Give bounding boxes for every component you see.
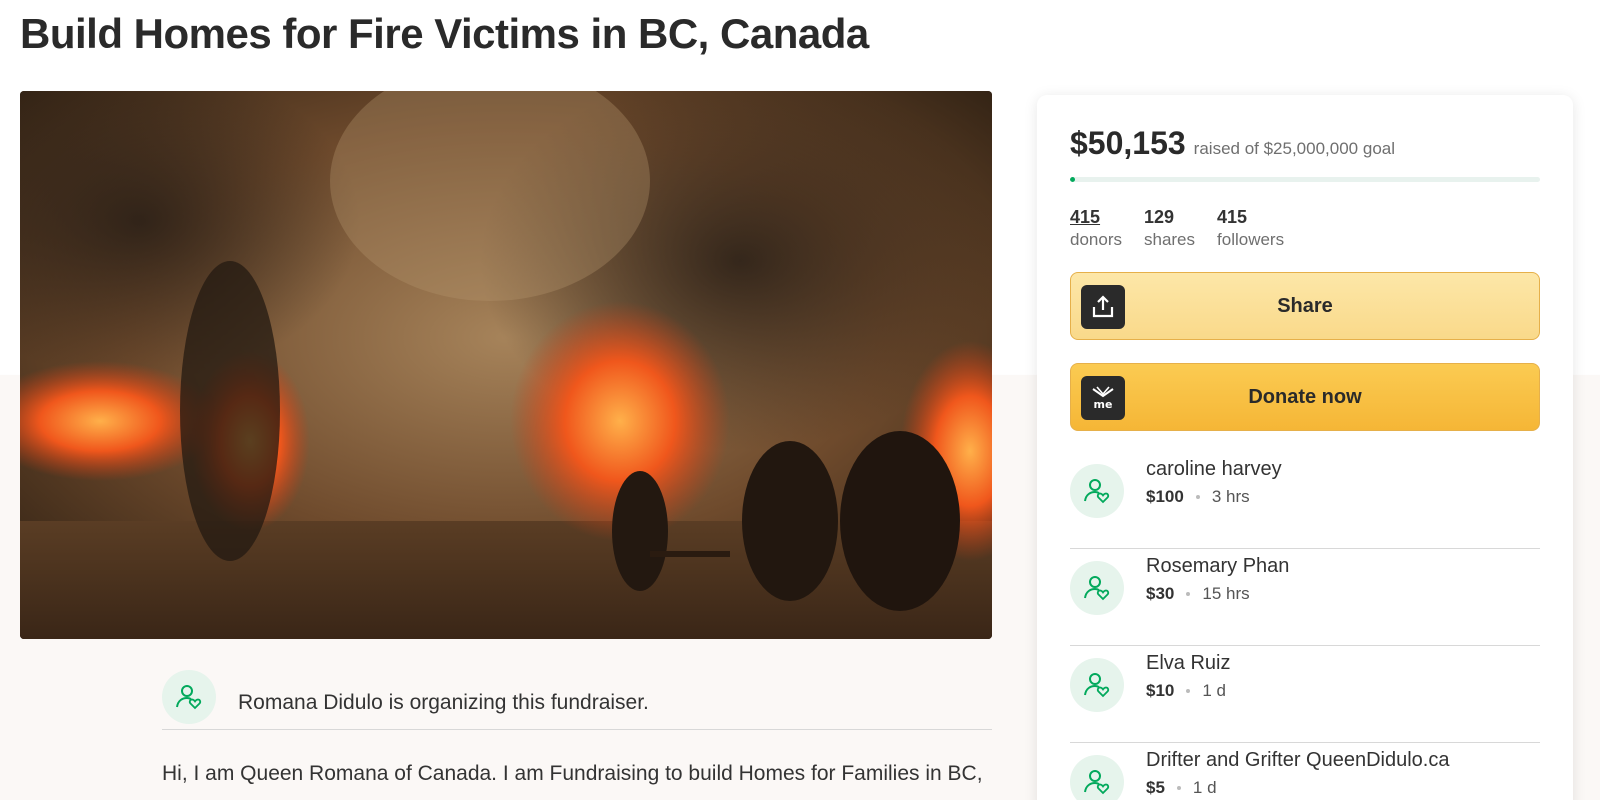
- progress-fill: [1070, 177, 1075, 182]
- donor-avatar: [1070, 464, 1124, 518]
- donation-amount: $100: [1146, 487, 1184, 506]
- donor-avatar: [1070, 658, 1124, 712]
- donation-time: 3 hrs: [1211, 487, 1250, 506]
- progress-bar: [1070, 177, 1540, 182]
- stat-shares-value: 129: [1143, 207, 1175, 227]
- stat-shares-label: shares: [1143, 230, 1196, 249]
- user-heart-icon: [1084, 479, 1110, 504]
- donation-item: Elva Ruiz $10 1 d: [1070, 646, 1540, 743]
- story-text: Hi, I am Queen Romana of Canada. I am Fu…: [162, 762, 983, 785]
- goal-text: raised of $25,000,000 goal: [1193, 139, 1395, 158]
- donation-time: 1 d: [1192, 778, 1217, 797]
- stat-donors[interactable]: 415 donors: [1070, 207, 1122, 250]
- stat-shares: 129 shares: [1144, 207, 1195, 250]
- separator-dot: [1186, 592, 1191, 596]
- donation-time: 15 hrs: [1202, 584, 1250, 603]
- donate-button-label: Donate now: [1248, 385, 1362, 408]
- user-heart-icon: [1084, 770, 1110, 795]
- share-button-label: Share: [1277, 294, 1333, 317]
- organizer-avatar[interactable]: [162, 669, 216, 724]
- donor-name: Drifter and Grifter QueenDidulo.ca: [1146, 749, 1450, 771]
- donor-name: caroline harvey: [1146, 458, 1282, 480]
- donor-name: Rosemary Phan: [1146, 555, 1290, 577]
- separator-dot: [1186, 689, 1191, 693]
- amount-row: $50,153 raised of $25,000,000 goal: [1070, 125, 1395, 162]
- stat-donors-value[interactable]: 415: [1070, 207, 1122, 228]
- hero-image[interactable]: [20, 91, 992, 639]
- stat-donors-label: donors: [1070, 230, 1122, 249]
- donor-avatar: [1070, 561, 1124, 615]
- donor-avatar: [1070, 755, 1124, 800]
- organizer-text: Romana Didulo is organizing this fundrai…: [238, 690, 649, 714]
- stat-followers: 415 followers: [1217, 207, 1284, 250]
- stats-row: 415 donors 129 shares 415 followers: [1070, 207, 1306, 250]
- donation-sidebar: $50,153 raised of $25,000,000 goal 415 d…: [1037, 95, 1573, 800]
- donation-amount: $5: [1146, 778, 1165, 797]
- separator-dot: [1176, 786, 1181, 790]
- user-heart-icon: [1084, 673, 1110, 698]
- donation-item: Rosemary Phan $30 15 hrs: [1070, 549, 1540, 646]
- donation-item: caroline harvey $100 3 hrs: [1070, 452, 1540, 549]
- share-button[interactable]: Share: [1070, 272, 1540, 340]
- donation-amount: $10: [1146, 681, 1175, 700]
- stat-followers-label: followers: [1217, 230, 1285, 249]
- donor-name: Elva Ruiz: [1146, 652, 1231, 674]
- donation-item: Drifter and Grifter QueenDidulo.ca $5 1 …: [1070, 743, 1540, 800]
- donation-amount: $30: [1146, 584, 1175, 603]
- user-heart-icon: [1084, 576, 1110, 601]
- page-title: Build Homes for Fire Victims in BC, Cana…: [20, 10, 869, 57]
- upload-share-icon: [1081, 285, 1125, 329]
- amount-raised: $50,153: [1070, 125, 1186, 161]
- svg-text:me: me: [1094, 398, 1113, 411]
- organizer-row: Romana Didulo is organizing this fundrai…: [162, 669, 992, 730]
- separator-dot: [1195, 495, 1200, 499]
- donation-time: 1 d: [1202, 681, 1227, 700]
- recent-donations-list: caroline harvey $100 3 hrs Rosemary Phan: [1070, 452, 1540, 800]
- wildfire-photo: [20, 91, 992, 639]
- gofundme-logo-icon: me: [1081, 376, 1125, 420]
- stat-followers-value: 415: [1217, 207, 1248, 227]
- user-heart-icon: [176, 684, 202, 709]
- donate-now-button[interactable]: me Donate now: [1070, 363, 1540, 431]
